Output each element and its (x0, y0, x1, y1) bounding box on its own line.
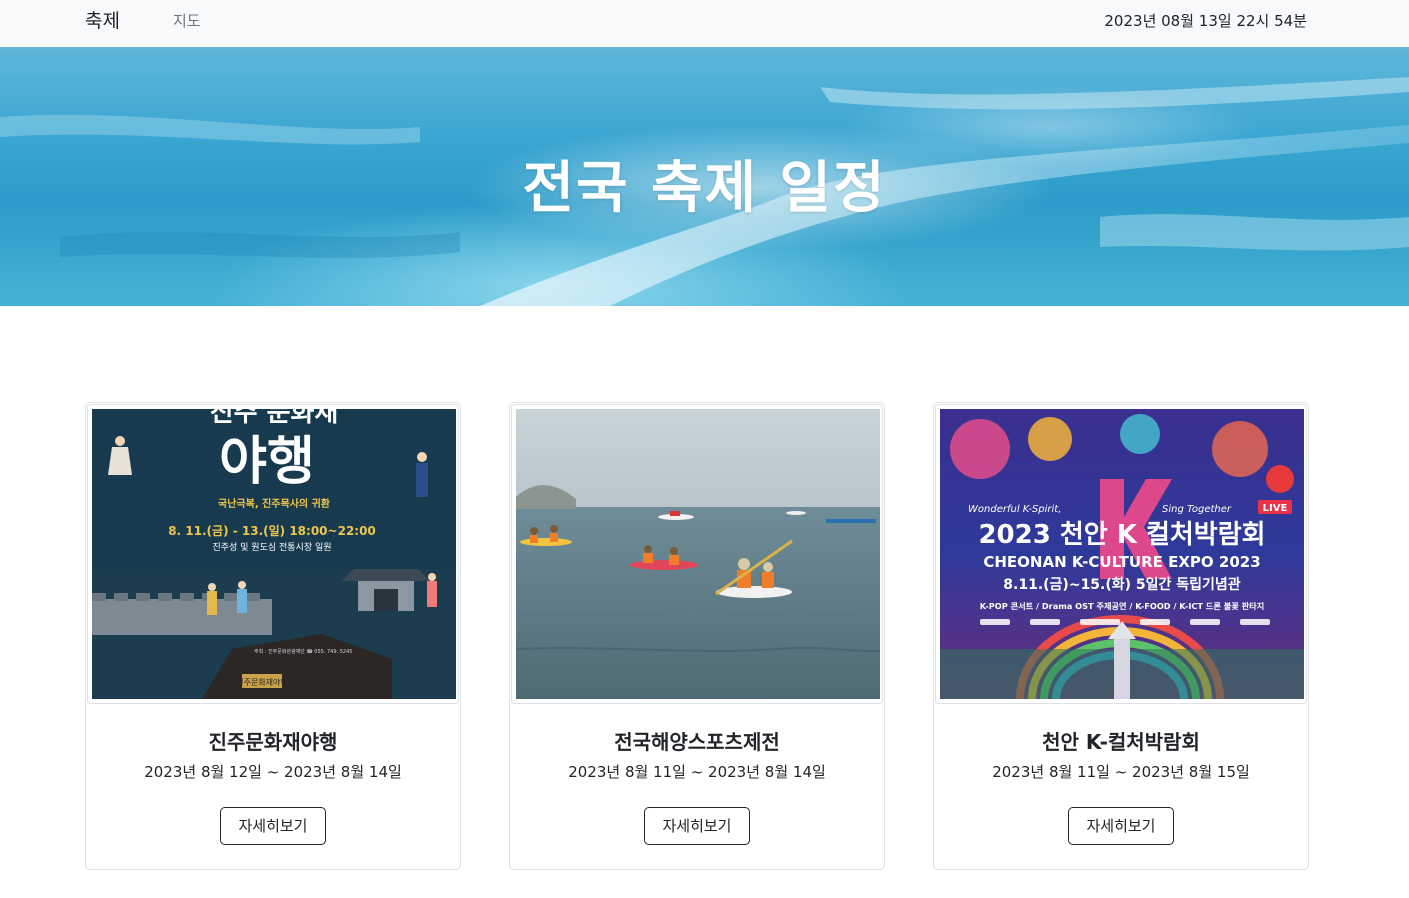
svg-text:8. 11.(금) - 13.(일) 18:00~22:00: 8. 11.(금) - 13.(일) 18:00~22:00 (168, 524, 376, 538)
festival-card: Wonderful K-Spirit, Sing Together LIVE 2… (933, 402, 1309, 870)
svg-text:LIVE: LIVE (1263, 503, 1288, 514)
festival-photo-image[interactable] (516, 409, 880, 699)
current-datetime: 2023년 08월 13일 22시 54분 (1104, 12, 1307, 30)
festival-title: 전국해양스포츠제전 (614, 730, 780, 754)
svg-text:8.11.(금)~15.(화) 5일간 독립기념관: 8.11.(금)~15.(화) 5일간 독립기념관 (1003, 576, 1241, 593)
festival-dates: 2023년 8월 11일 ~ 2023년 8월 14일 (568, 763, 826, 781)
card-image-frame: Wonderful K-Spirit, Sing Together LIVE 2… (935, 404, 1307, 704)
festival-card: 전국해양스포츠제전 2023년 8월 11일 ~ 2023년 8월 14일 자세… (509, 402, 885, 870)
festival-title: 천안 K-컬처박람회 (1042, 730, 1200, 754)
svg-text:야행: 야행 (219, 432, 315, 492)
hero-title: 전국 축제 일정 (522, 156, 887, 221)
festival-card: 진주문화재야행 진주 문화재 야행 국난극복, 진주목사의 귀환 8. 11.(… (85, 402, 461, 870)
svg-text:CHEONAN K-CULTURE EXPO 2023: CHEONAN K-CULTURE EXPO 2023 (983, 553, 1260, 571)
festival-dates: 2023년 8월 11일 ~ 2023년 8월 15일 (992, 763, 1250, 781)
svg-text:Wonderful K-Spirit,: Wonderful K-Spirit, (968, 504, 1061, 515)
card-image-frame: 진주문화재야행 진주 문화재 야행 국난극복, 진주목사의 귀환 8. 11.(… (87, 404, 459, 704)
festival-poster-image[interactable]: 진주문화재야행 진주 문화재 야행 국난극복, 진주목사의 귀환 8. 11.(… (92, 409, 456, 699)
svg-text:Sing Together: Sing Together (1162, 504, 1232, 515)
svg-text:주최 : 진주문화관광재단 ☎ 055. 749. 5245: 주최 : 진주문화관광재단 ☎ 055. 749. 5245 (254, 648, 352, 655)
svg-text:진주성 및 원도심 전통시장 일원: 진주성 및 원도심 전통시장 일원 (212, 541, 331, 553)
details-button[interactable]: 자세히보기 (644, 807, 750, 845)
festival-title: 진주문화재야행 (208, 730, 338, 754)
svg-text:진주문화재야행: 진주문화재야행 (236, 677, 288, 687)
details-button[interactable]: 자세히보기 (220, 807, 326, 845)
festival-poster-image[interactable]: Wonderful K-Spirit, Sing Together LIVE 2… (940, 409, 1304, 699)
brand-link[interactable]: 축제 (85, 6, 120, 33)
festival-dates: 2023년 8월 12일 ~ 2023년 8월 14일 (144, 763, 402, 781)
svg-text:2023 천안 K 컬처박람회: 2023 천안 K 컬처박람회 (978, 520, 1265, 550)
svg-text:국난극복, 진주목사의 귀환: 국난극복, 진주목사의 귀환 (218, 497, 331, 510)
card-image-frame (511, 404, 883, 704)
svg-text:K-POP 콘서트 / Drama OST 주제공연 / K: K-POP 콘서트 / Drama OST 주제공연 / K-FOOD / K-… (980, 601, 1265, 611)
svg-text:진주 문화재: 진주 문화재 (210, 409, 339, 428)
details-button[interactable]: 자세히보기 (1068, 807, 1174, 845)
nav-link-map[interactable]: 지도 (173, 10, 201, 31)
top-navbar: 축제 지도 2023년 08월 13일 22시 54분 (0, 0, 1409, 47)
hero-banner: 전국 축제 일정 (0, 47, 1409, 306)
